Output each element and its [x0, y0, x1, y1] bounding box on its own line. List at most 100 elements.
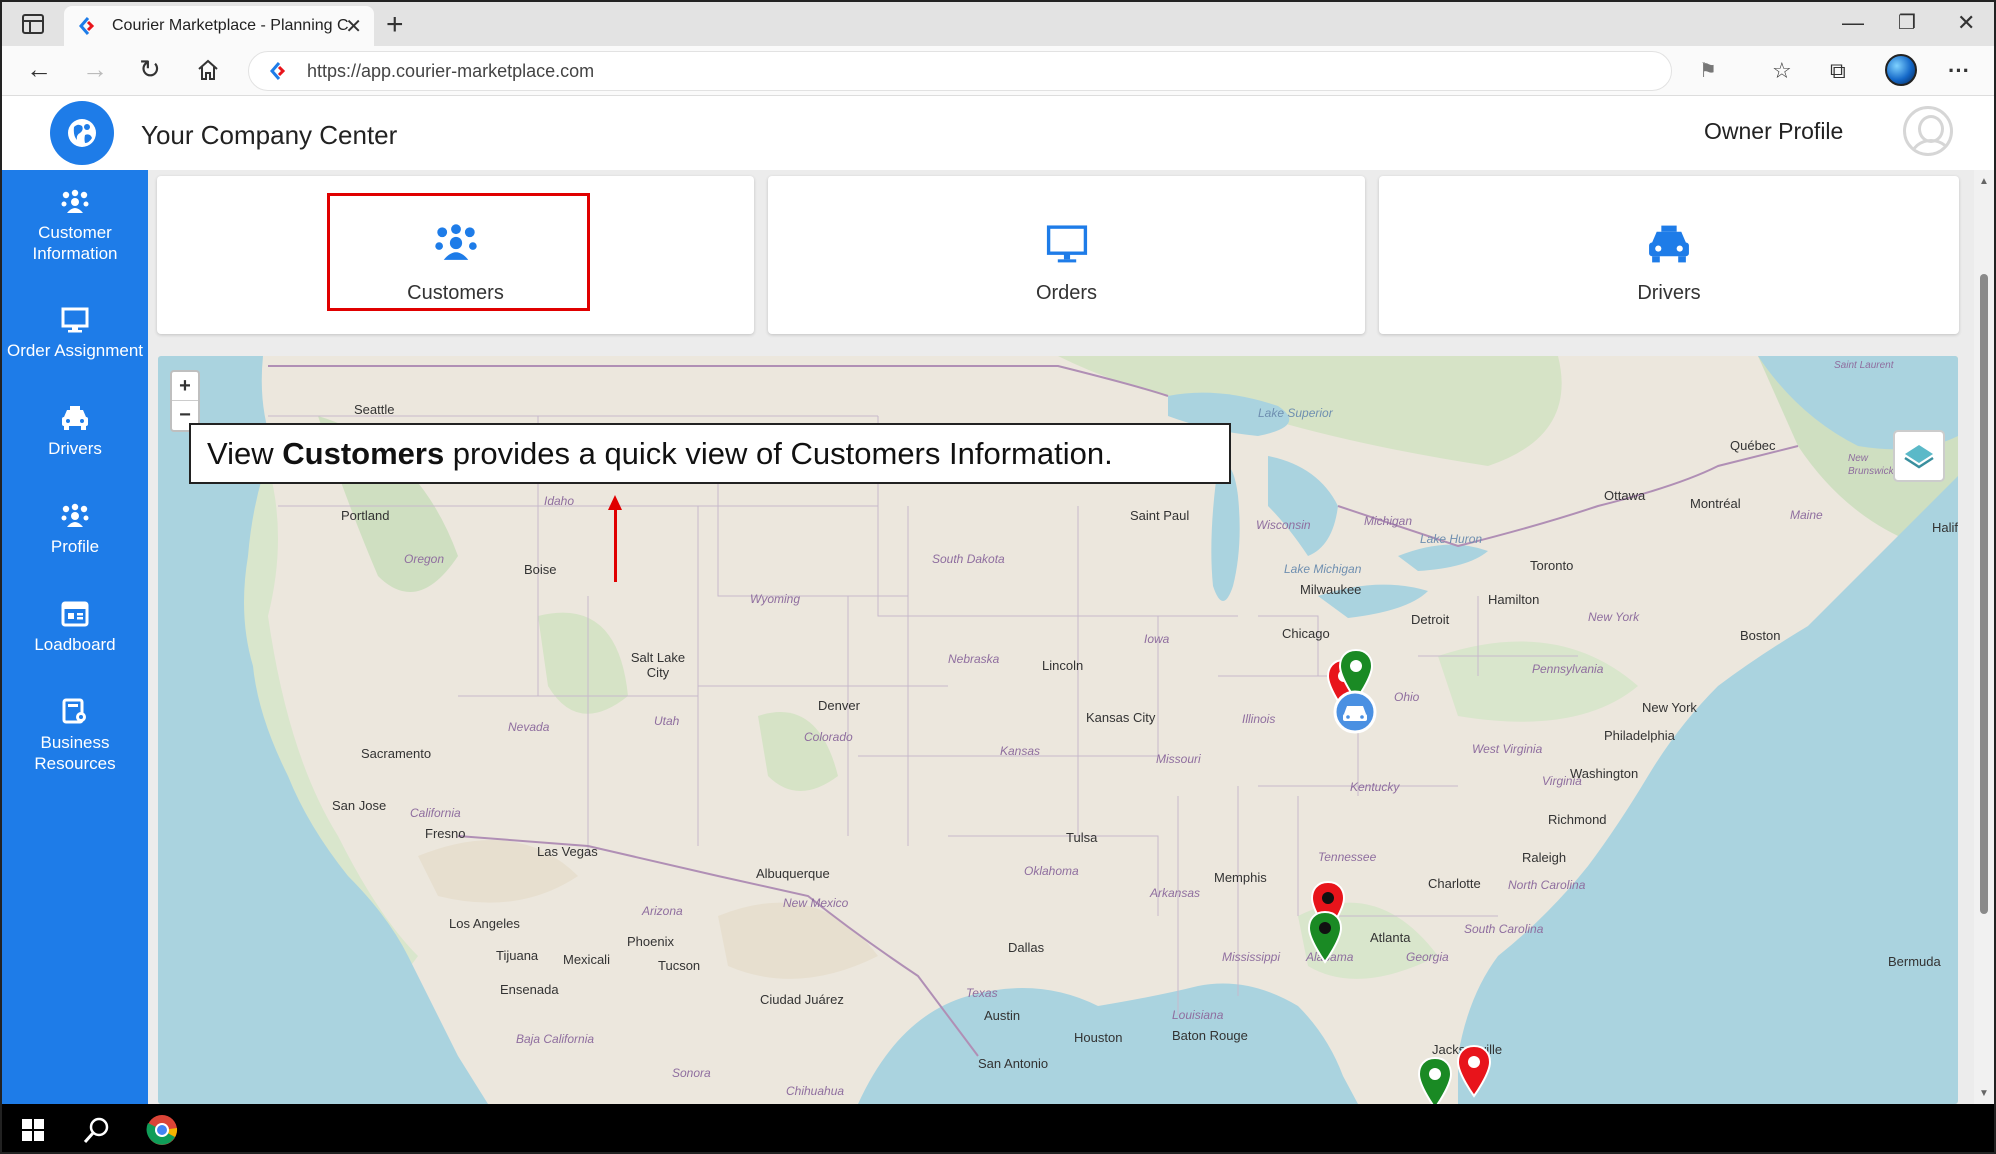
company-title: Your Company Center [141, 120, 398, 150]
back-icon[interactable]: ← [26, 54, 52, 84]
more-menu-icon[interactable]: ··· [1948, 56, 1970, 86]
nav-label: Business Resources [34, 733, 116, 773]
region-label: Iowa [1144, 632, 1170, 646]
nav-item-profile[interactable]: Profile [2, 500, 148, 557]
city-label: Mexicali [563, 952, 610, 967]
city-label: Chicago [1282, 626, 1330, 641]
new-tab-icon[interactable]: + [386, 8, 404, 42]
drivers-tile[interactable]: Drivers [1379, 176, 1959, 334]
car-icon [62, 406, 88, 430]
window-close-icon[interactable]: ✕ [1957, 10, 1975, 36]
red-location-pin[interactable] [1454, 1044, 1494, 1100]
scroll-up-icon[interactable]: ▲ [1979, 176, 1989, 187]
region-label: New Mexico [783, 896, 849, 910]
city-label: Houston [1074, 1030, 1123, 1045]
layers-button[interactable] [1893, 430, 1945, 482]
favorites-icon[interactable]: ☆ [1772, 56, 1792, 86]
nav-label: Order Assignment [6, 341, 144, 360]
nav-item-business-resources[interactable]: Business Resources [2, 696, 148, 774]
city-label: Phoenix [627, 934, 674, 949]
orders-tile[interactable]: Orders [768, 176, 1365, 334]
city-label: Tijuana [496, 948, 539, 963]
city-label: Hamilton [1488, 592, 1540, 607]
globe-logo-icon [68, 119, 96, 147]
region-label: Wyoming [750, 592, 801, 606]
region-label: Louisiana [1172, 1008, 1224, 1022]
region-label: South Dakota [932, 552, 1005, 566]
minimize-icon[interactable]: — [1842, 10, 1864, 36]
sidebar-toggle-icon[interactable] [22, 14, 44, 34]
city-label: New York [1642, 700, 1697, 715]
city-label: Denver [818, 698, 860, 713]
nav-item-customer-information[interactable]: Customer Information [2, 186, 148, 264]
zoom-in-button[interactable]: + [172, 372, 198, 401]
city-label: Dallas [1008, 940, 1045, 955]
region-label: Michigan [1364, 514, 1413, 528]
close-tab-icon[interactable]: ✕ [345, 14, 362, 39]
scroll-thumb[interactable] [1980, 274, 1988, 914]
page-scrollbar[interactable]: ▲ ▼ [1974, 170, 1994, 1104]
chrome-icon[interactable] [146, 1114, 178, 1146]
city-label: Montréal [1690, 496, 1741, 511]
collections-icon[interactable]: ⧉ [1830, 56, 1846, 86]
region-label: Kansas [1000, 744, 1041, 758]
city-label: Fresno [425, 826, 466, 841]
nav-item-order-assignment[interactable]: Order Assignment [2, 304, 148, 361]
region-label: Mississippi [1222, 950, 1281, 964]
url-input[interactable]: https://app.courier-marketplace.com [248, 51, 1672, 91]
city-label: Lincoln [1042, 658, 1084, 673]
callout-bold: Customers [282, 435, 445, 471]
scroll-down-icon[interactable]: ▼ [1979, 1088, 1989, 1099]
callout-prefix: View [207, 435, 283, 471]
left-navigation: Customer Information Order Assignment Dr… [2, 170, 148, 1104]
region-label: Colorado [804, 730, 853, 744]
annotation-arrow-line [614, 508, 617, 582]
city-label: Québec [1730, 438, 1776, 453]
region-label: Tennessee [1318, 850, 1377, 864]
monitor-icon [1046, 225, 1087, 263]
city-label: San Antonio [978, 1056, 1049, 1071]
loadboard-icon [61, 601, 89, 627]
city-label: Charlotte [1428, 876, 1481, 891]
owner-profile-link[interactable]: Owner Profile [1704, 118, 1843, 145]
app-header: Your Company Center Owner Profile [2, 96, 1994, 170]
city-label: Ensenada [500, 982, 559, 997]
nav-label: Loadboard [34, 635, 116, 654]
tile-label: Orders [1035, 282, 1098, 304]
forward-icon[interactable]: → [82, 54, 108, 84]
water-label: Lake Michigan [1284, 562, 1362, 576]
driver-car-marker[interactable] [1333, 690, 1377, 734]
home-icon[interactable] [196, 58, 220, 82]
green-location-pin[interactable] [1415, 1056, 1455, 1104]
flag-icon[interactable]: ⚑ [1699, 56, 1717, 86]
customers-highlight-box [327, 193, 590, 311]
region-label: Sonora [672, 1066, 711, 1080]
restore-icon[interactable]: ❐ [1898, 10, 1916, 35]
browser-tab[interactable]: Courier Marketplace - Planning C ✕ [64, 6, 374, 46]
os-taskbar [2, 1104, 1994, 1152]
city-label: Salt Lake City [630, 650, 686, 680]
city-label: Ciudad Juárez [760, 992, 844, 1007]
city-label: Portland [341, 508, 390, 523]
region-label: Kentucky [1350, 780, 1400, 794]
avatar[interactable] [1903, 106, 1953, 156]
refresh-icon[interactable]: ↻ [139, 54, 161, 84]
windows-start-icon[interactable] [22, 1119, 44, 1141]
city-label: Atlanta [1370, 930, 1411, 945]
city-label: Richmond [1548, 812, 1607, 827]
monitor-icon [61, 307, 89, 333]
browser-profile-icon[interactable] [1885, 54, 1917, 86]
screen: Courier Marketplace - Planning C ✕ + — ❐… [0, 0, 1996, 1154]
search-icon[interactable] [82, 1115, 112, 1145]
nav-item-loadboard[interactable]: Loadboard [2, 598, 148, 655]
city-label: Ottawa [1604, 488, 1646, 503]
city-label: Raleigh [1522, 850, 1567, 865]
city-label: San Jose [332, 798, 387, 813]
city-label: Los Angeles [449, 916, 520, 931]
green-location-pin[interactable] [1305, 910, 1345, 966]
region-label: Texas [966, 986, 998, 1000]
company-logo[interactable] [50, 101, 114, 165]
region-label: New York [1588, 610, 1640, 624]
nav-item-drivers[interactable]: Drivers [2, 402, 148, 459]
region-label: West Virginia [1472, 742, 1543, 756]
